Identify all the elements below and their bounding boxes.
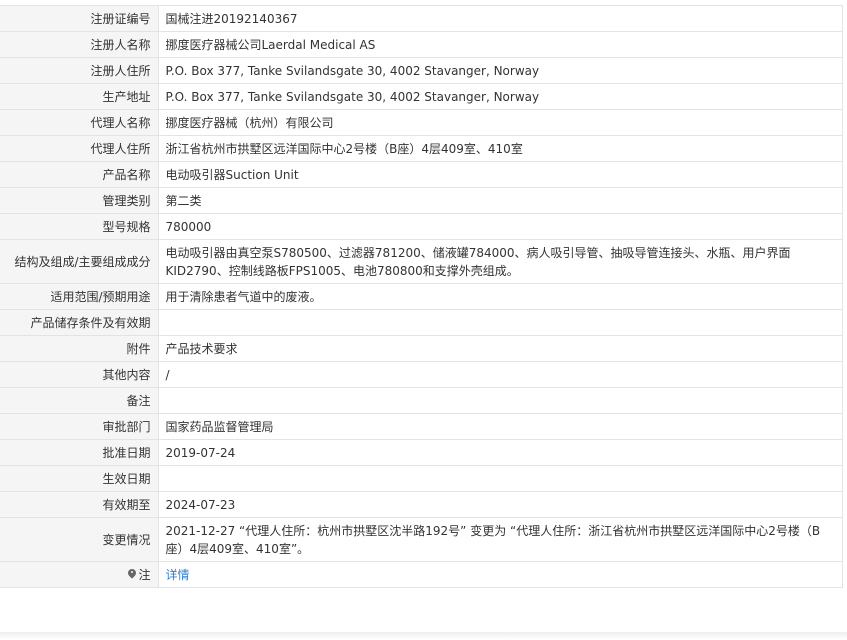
table-row: 生效日期 <box>0 465 843 492</box>
note-value-cell: 详情 <box>157 561 843 588</box>
row-label: 适用范围/预期用途 <box>0 283 158 310</box>
row-value: P.O. Box 377, Tanke Svilandsgate 30, 400… <box>157 57 843 84</box>
row-label: 产品名称 <box>0 161 158 188</box>
table-row: 有效期至 2024-07-23 <box>0 491 843 518</box>
table-row: 管理类别 第二类 <box>0 187 843 214</box>
row-value: 用于清除患者气道中的废液。 <box>157 283 843 310</box>
table-row: 变更情况 2021-12-27 “代理人住所：杭州市拱墅区沈半路192号” 变更… <box>0 517 843 562</box>
table-row: 注册人名称 挪度医疗器械公司Laerdal Medical AS <box>0 31 843 58</box>
table-row: 注册证编号 国械注进20192140367 <box>0 5 843 32</box>
row-value <box>157 309 843 336</box>
row-label: 生产地址 <box>0 83 158 110</box>
table-row: 适用范围/预期用途 用于清除患者气道中的废液。 <box>0 283 843 310</box>
row-value: P.O. Box 377, Tanke Svilandsgate 30, 400… <box>157 83 843 110</box>
row-label: 结构及组成/主要组成成分 <box>0 239 158 284</box>
table-row: 附件 产品技术要求 <box>0 335 843 362</box>
table-row: 产品名称 电动吸引器Suction Unit <box>0 161 843 188</box>
row-value <box>157 387 843 414</box>
table-row: 结构及组成/主要组成成分 电动吸引器由真空泵S780500、过滤器781200、… <box>0 239 843 284</box>
row-label: 批准日期 <box>0 439 158 466</box>
table-row: 产品储存条件及有效期 <box>0 309 843 336</box>
row-value: 2019-07-24 <box>157 439 843 466</box>
row-label: 管理类别 <box>0 187 158 214</box>
note-row: 注 详情 <box>0 561 843 588</box>
note-label-cell: 注 <box>0 561 158 588</box>
row-value <box>157 465 843 492</box>
row-value: 电动吸引器由真空泵S780500、过滤器781200、储液罐784000、病人吸… <box>157 239 843 284</box>
table-row: 型号规格 780000 <box>0 213 843 240</box>
row-label: 变更情况 <box>0 517 158 562</box>
table-row: 生产地址 P.O. Box 377, Tanke Svilandsgate 30… <box>0 83 843 110</box>
row-value: 780000 <box>157 213 843 240</box>
note-label: 注 <box>138 567 151 582</box>
row-value: 挪度医疗器械公司Laerdal Medical AS <box>157 31 843 58</box>
table-row: 其他内容 / <box>0 361 843 388</box>
table-row: 代理人名称 挪度医疗器械（杭州）有限公司 <box>0 109 843 136</box>
row-value: 国械注进20192140367 <box>157 5 843 32</box>
row-label: 附件 <box>0 335 158 362</box>
row-value: 电动吸引器Suction Unit <box>157 161 843 188</box>
row-label: 有效期至 <box>0 491 158 518</box>
row-label: 注册证编号 <box>0 5 158 32</box>
row-value: 2024-07-23 <box>157 491 843 518</box>
table-row: 备注 <box>0 387 843 414</box>
row-value: 产品技术要求 <box>157 335 843 362</box>
row-value: 第二类 <box>157 187 843 214</box>
row-label: 注册人住所 <box>0 57 158 84</box>
row-label: 型号规格 <box>0 213 158 240</box>
bottom-shadow <box>0 632 847 640</box>
row-value: 挪度医疗器械（杭州）有限公司 <box>157 109 843 136</box>
row-value: 2021-12-27 “代理人住所：杭州市拱墅区沈半路192号” 变更为 “代理… <box>157 517 843 562</box>
row-label: 产品储存条件及有效期 <box>0 309 158 336</box>
row-value: 浙江省杭州市拱墅区远洋国际中心2号楼（B座）4层409室、410室 <box>157 135 843 162</box>
registration-info-table: 注册证编号 国械注进20192140367 注册人名称 挪度医疗器械公司Laer… <box>0 5 843 588</box>
row-label: 备注 <box>0 387 158 414</box>
row-label: 生效日期 <box>0 465 158 492</box>
row-label: 其他内容 <box>0 361 158 388</box>
row-value: / <box>157 361 843 388</box>
row-label: 审批部门 <box>0 413 158 440</box>
table-row: 代理人住所 浙江省杭州市拱墅区远洋国际中心2号楼（B座）4层409室、410室 <box>0 135 843 162</box>
table-row: 注册人住所 P.O. Box 377, Tanke Svilandsgate 3… <box>0 57 843 84</box>
details-link[interactable]: 详情 <box>166 568 190 582</box>
row-label: 注册人名称 <box>0 31 158 58</box>
table-row: 审批部门 国家药品监督管理局 <box>0 413 843 440</box>
map-pin-icon <box>128 569 136 580</box>
registration-info-page: 注册证编号 国械注进20192140367 注册人名称 挪度医疗器械公司Laer… <box>0 0 847 640</box>
table-row: 批准日期 2019-07-24 <box>0 439 843 466</box>
row-label: 代理人名称 <box>0 109 158 136</box>
row-value: 国家药品监督管理局 <box>157 413 843 440</box>
row-label: 代理人住所 <box>0 135 158 162</box>
